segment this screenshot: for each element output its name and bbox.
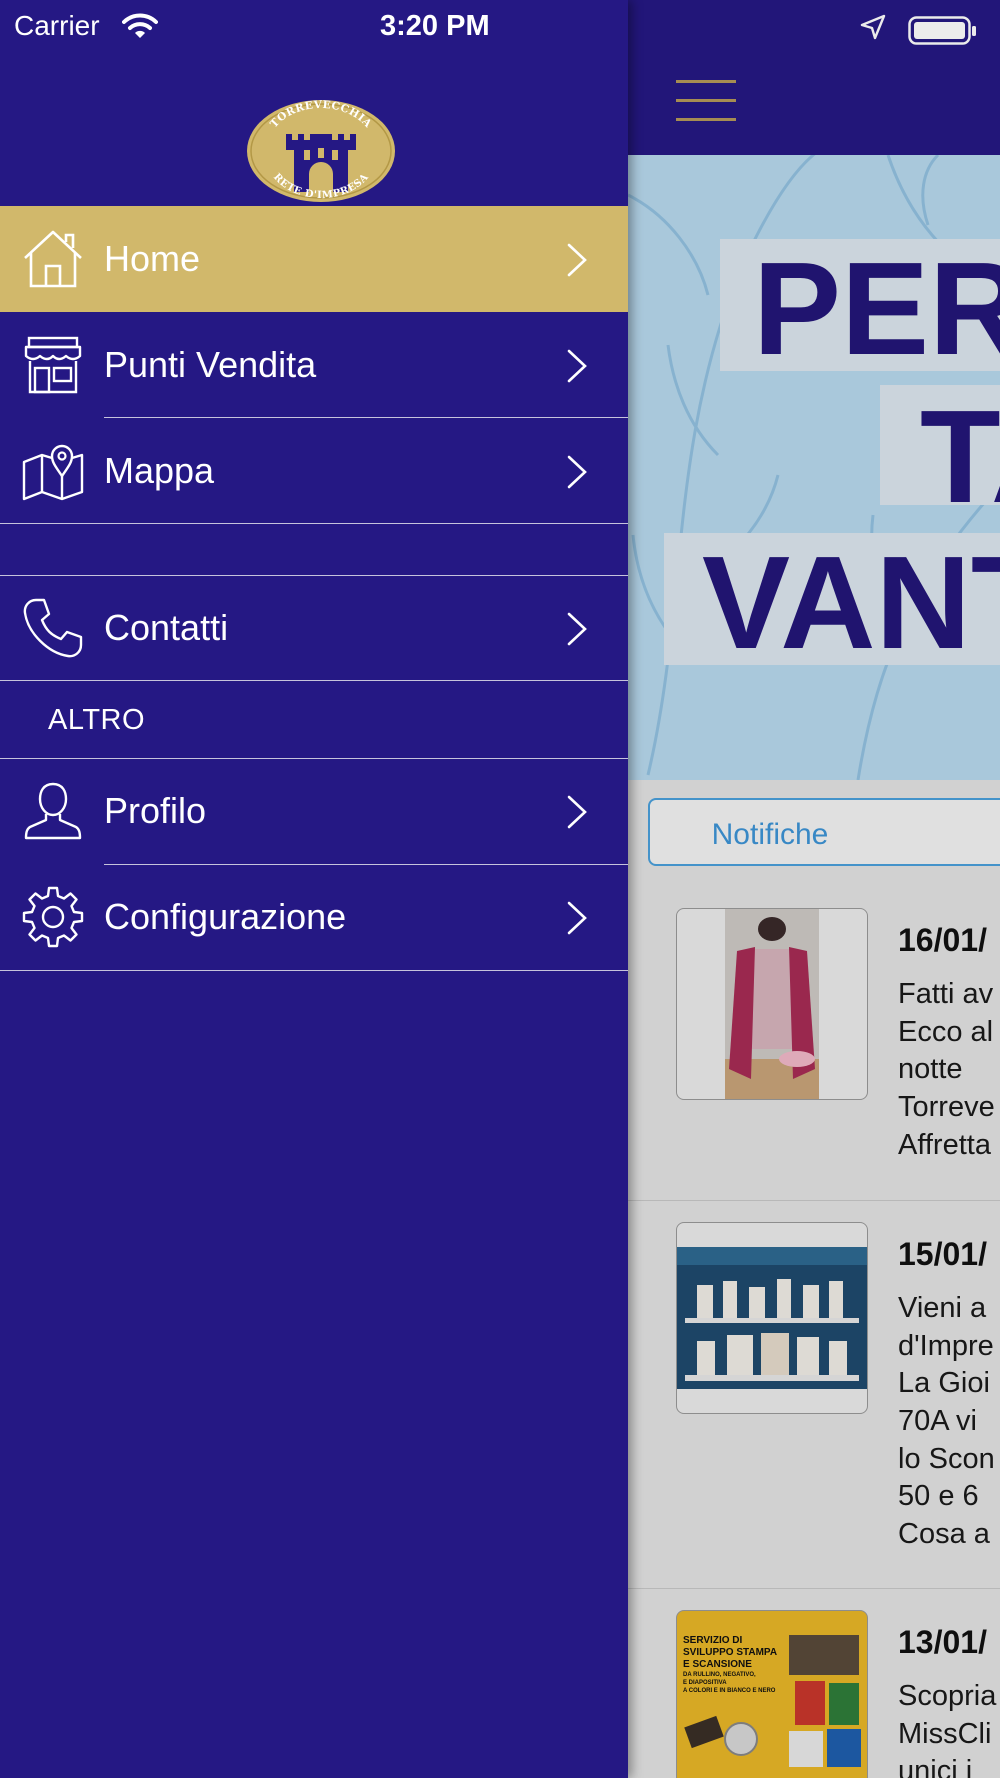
store-icon [24, 336, 82, 394]
chevron-right-icon [567, 612, 587, 646]
carrier-label: Carrier [14, 10, 100, 41]
menu-item-profilo[interactable]: Profilo [0, 758, 628, 864]
chevron-right-icon [567, 349, 587, 383]
menu-item-contatti[interactable]: Contatti [0, 575, 628, 681]
menu-item-label: Configurazione [104, 896, 347, 937]
side-drawer: Carrier 3:20 PM TORREVECCHIA RETE D'IMPR… [0, 0, 628, 1778]
gear-icon [22, 886, 84, 948]
menu-separator [0, 680, 628, 681]
menu-item-home[interactable]: Home [0, 206, 628, 312]
menu-separator [0, 970, 628, 971]
menu-item-configurazione[interactable]: Configurazione [0, 864, 628, 970]
chevron-right-icon [567, 795, 587, 829]
section-header-altro: ALTRO [48, 704, 146, 736]
menu-item-label: Home [104, 238, 201, 279]
menu-separator [0, 523, 628, 524]
wifi-icon [122, 13, 158, 38]
menu-item-punti-vendita[interactable]: Punti Vendita [0, 312, 628, 418]
status-time: 3:20 PM [380, 10, 490, 42]
user-icon [24, 782, 82, 840]
chevron-right-icon [567, 901, 587, 935]
menu-item-label: Profilo [104, 790, 207, 831]
phone-icon [23, 598, 83, 658]
content-dim-overlay[interactable] [628, 0, 1000, 1778]
menu-item-mappa[interactable]: Mappa [0, 418, 628, 524]
menu-item-label: Mappa [104, 450, 215, 491]
menu-item-label: Punti Vendita [104, 344, 317, 385]
map-icon [22, 444, 84, 501]
home-icon [24, 230, 82, 288]
chevron-right-icon [567, 455, 587, 489]
torrevecchia-logo: TORREVECCHIA RETE D'IMPRESA [246, 98, 396, 204]
menu-item-label: Contatti [104, 607, 229, 648]
main-content: PER TA VANTA Notifiche 16/01/ Fatti av E… [628, 0, 1000, 1778]
chevron-right-icon [567, 243, 587, 277]
